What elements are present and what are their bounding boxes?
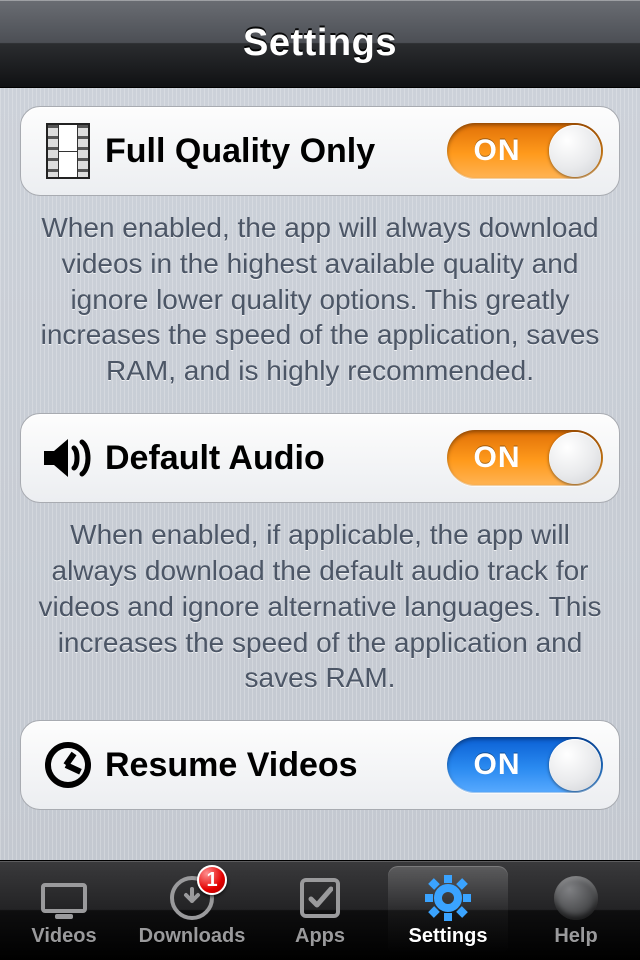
navigation-bar: Settings xyxy=(0,0,640,88)
tab-bar: Videos 1 Downloads Apps xyxy=(0,860,640,960)
setting-description: When enabled, if applicable, the app wil… xyxy=(20,503,620,720)
tab-downloads[interactable]: 1 Downloads xyxy=(128,861,256,960)
tab-label: Settings xyxy=(409,925,488,948)
setting-label: Resume Videos xyxy=(105,746,447,785)
speaker-icon xyxy=(39,436,97,480)
toggle-knob xyxy=(549,125,601,177)
toggle-knob xyxy=(549,432,601,484)
tab-label: Videos xyxy=(31,925,96,948)
page-title: Settings xyxy=(243,22,397,65)
tab-label: Apps xyxy=(295,925,345,948)
toggle-knob xyxy=(549,739,601,791)
check-icon xyxy=(292,873,348,923)
film-icon xyxy=(39,123,97,179)
toggle-state-text: ON xyxy=(447,430,547,486)
help-icon xyxy=(548,873,604,923)
toggle-full-quality[interactable]: ON xyxy=(447,123,603,179)
setting-label: Full Quality Only xyxy=(105,132,447,171)
tab-videos[interactable]: Videos xyxy=(0,861,128,960)
toggle-state-text: ON xyxy=(447,737,547,793)
tab-settings[interactable]: Settings xyxy=(384,861,512,960)
settings-scroll[interactable]: Full Quality Only ON When enabled, the a… xyxy=(0,88,640,860)
toggle-state-text: ON xyxy=(447,123,547,179)
tab-apps[interactable]: Apps xyxy=(256,861,384,960)
setting-row-resume-videos: Resume Videos ON xyxy=(20,720,620,810)
gear-icon xyxy=(420,873,476,923)
toggle-resume-videos[interactable]: ON xyxy=(447,737,603,793)
tab-label: Downloads xyxy=(139,925,246,948)
setting-row-default-audio: Default Audio ON xyxy=(20,413,620,503)
tab-label: Help xyxy=(554,925,597,948)
tv-icon xyxy=(36,873,92,923)
clock-icon xyxy=(39,742,97,788)
downloads-badge: 1 xyxy=(197,865,227,895)
toggle-default-audio[interactable]: ON xyxy=(447,430,603,486)
setting-row-full-quality: Full Quality Only ON xyxy=(20,106,620,196)
setting-label: Default Audio xyxy=(105,439,447,478)
tab-help[interactable]: Help xyxy=(512,861,640,960)
setting-description: When enabled, the app will always downlo… xyxy=(20,196,620,413)
